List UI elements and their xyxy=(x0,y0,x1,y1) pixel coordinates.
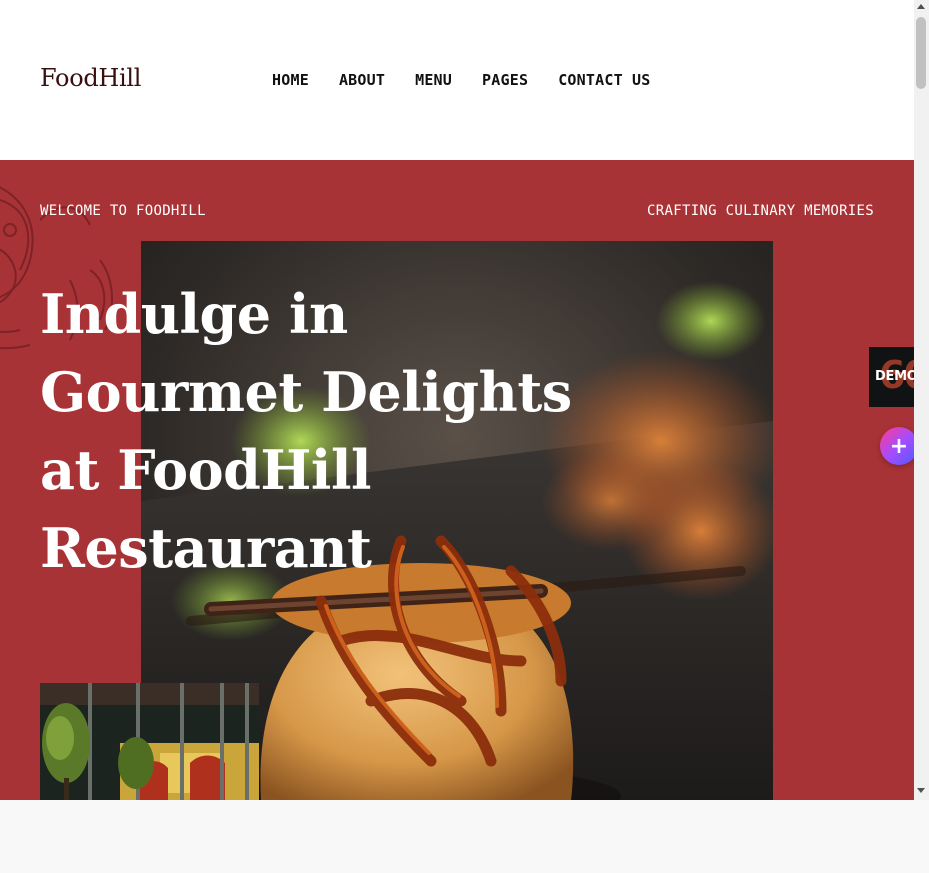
scroll-down-icon[interactable] xyxy=(917,788,925,793)
plus-symbol: + xyxy=(889,433,909,459)
plus-icon[interactable]: + xyxy=(880,427,918,465)
hero-eyebrow-right: CRAFTING CULINARY MEMORIES xyxy=(647,203,874,219)
nav-item-about[interactable]: ABOUT xyxy=(339,71,385,89)
page-viewport: FoodHill HOME ABOUT MENU PAGES CONTACT U… xyxy=(0,0,914,800)
main-nav: HOME ABOUT MENU PAGES CONTACT US xyxy=(272,71,651,89)
hero-eyebrow-left: WELCOME TO FOODHILL xyxy=(40,203,206,219)
nav-item-menu[interactable]: MENU xyxy=(415,71,452,89)
scroll-thumb[interactable] xyxy=(916,17,926,89)
site-header: FoodHill HOME ABOUT MENU PAGES CONTACT U… xyxy=(0,0,914,160)
site-logo[interactable]: FoodHill xyxy=(40,64,141,92)
scroll-up-icon[interactable] xyxy=(917,4,925,9)
nav-item-contact-us[interactable]: CONTACT US xyxy=(558,71,650,89)
nav-item-pages[interactable]: PAGES xyxy=(482,71,528,89)
restaurant-interior-photo xyxy=(40,683,259,800)
nav-item-home[interactable]: HOME xyxy=(272,71,309,89)
vertical-scrollbar[interactable] xyxy=(914,0,929,800)
hero-section: WELCOME TO FOODHILL CRAFTING CULINARY ME… xyxy=(0,160,914,800)
hero-headline: Indulge in Gourmet Delights at FoodHill … xyxy=(40,282,572,580)
